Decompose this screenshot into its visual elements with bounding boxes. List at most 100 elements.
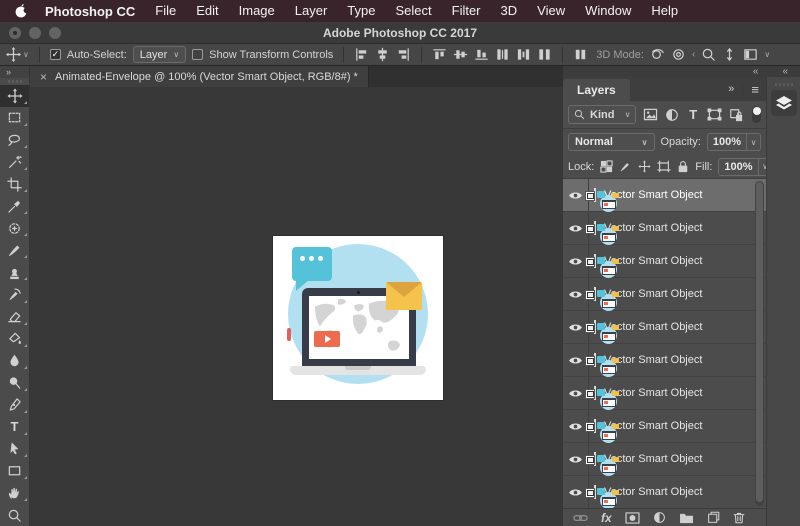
magic-wand-tool[interactable] xyxy=(0,151,29,173)
adjustment-layer-icon[interactable] xyxy=(653,511,666,524)
distribute-left-edges-icon[interactable] xyxy=(495,47,510,62)
show-transform-controls-checkbox[interactable] xyxy=(192,49,204,60)
blend-mode-dropdown[interactable]: Normal ∨ xyxy=(568,133,655,151)
layer-row[interactable]: Vector Smart Object xyxy=(563,476,766,508)
dock-drag-grip[interactable] xyxy=(774,83,793,86)
align-left-edges-icon[interactable] xyxy=(354,47,369,62)
distribute-right-edges-icon[interactable] xyxy=(537,47,552,62)
layers-tab[interactable]: Layers xyxy=(563,79,630,101)
menu-layer[interactable]: Layer xyxy=(285,0,338,22)
lock-all-icon[interactable] xyxy=(677,160,689,174)
menu-help[interactable]: Help xyxy=(641,0,688,22)
tool-preset-picker[interactable]: ∨ xyxy=(6,47,29,62)
adjustment-layer-filter-icon[interactable] xyxy=(664,107,679,122)
new-layer-icon[interactable] xyxy=(707,511,720,524)
clone-stamp-tool[interactable] xyxy=(0,261,29,283)
layer-row[interactable]: Vector Smart Object xyxy=(563,245,766,278)
layer-thumbnail[interactable] xyxy=(585,485,619,508)
group-icon[interactable] xyxy=(679,512,694,524)
lock-image-pixels-icon[interactable] xyxy=(619,160,632,174)
filtering-toggle[interactable] xyxy=(751,106,761,123)
shape-layer-filter-icon[interactable] xyxy=(707,107,722,122)
3d-slide-icon[interactable] xyxy=(722,47,737,62)
menu-type[interactable]: Type xyxy=(337,0,385,22)
layer-thumbnail[interactable] xyxy=(585,353,619,377)
distribute-spacing-icon[interactable] xyxy=(573,47,588,62)
minimize-window-button[interactable] xyxy=(29,27,41,39)
expand-tools-button[interactable]: » xyxy=(0,66,29,78)
menu-image[interactable]: Image xyxy=(229,0,285,22)
collapse-panels-icon[interactable]: « xyxy=(753,66,759,77)
menu-edit[interactable]: Edit xyxy=(186,0,228,22)
layer-thumbnail[interactable] xyxy=(585,254,619,278)
delete-layer-icon[interactable] xyxy=(733,511,745,524)
hand-tool[interactable] xyxy=(0,482,29,504)
opacity-chevron[interactable]: ∨ xyxy=(747,133,761,151)
tools-drag-grip[interactable] xyxy=(7,80,22,83)
layer-thumbnail[interactable] xyxy=(585,221,619,245)
panel-menu-icon[interactable]: ≡ xyxy=(751,82,759,97)
path-selection-tool[interactable] xyxy=(0,438,29,460)
zoom-tool[interactable] xyxy=(0,504,29,526)
menu-app-name[interactable]: Photoshop CC xyxy=(35,4,145,19)
3d-zoom-icon[interactable] xyxy=(701,47,716,62)
rectangle-tool[interactable] xyxy=(0,460,29,482)
move-tool[interactable] xyxy=(0,84,29,107)
blur-tool[interactable] xyxy=(0,350,29,372)
smart-object-filter-icon[interactable] xyxy=(728,107,743,122)
document-tab[interactable]: × Animated-Envelope @ 100% (Vector Smart… xyxy=(30,66,369,87)
apple-menu-icon[interactable] xyxy=(14,3,29,19)
layer-thumbnail[interactable] xyxy=(585,320,619,344)
3d-roll-icon[interactable] xyxy=(671,47,686,62)
collapse-dock-icon[interactable]: « xyxy=(782,66,788,77)
layer-thumbnail[interactable] xyxy=(585,188,619,212)
brush-tool[interactable] xyxy=(0,239,29,261)
filter-kind-dropdown[interactable]: Kind ∨ xyxy=(568,105,637,124)
align-right-edges-icon[interactable] xyxy=(396,47,411,62)
auto-select-checkbox[interactable]: ✓ xyxy=(49,49,61,60)
auto-select-target-dropdown[interactable]: Layer ∨ xyxy=(132,46,187,63)
layer-style-icon[interactable]: fx xyxy=(601,511,612,525)
distribute-horizontal-centers-icon[interactable] xyxy=(516,47,531,62)
menu-view[interactable]: View xyxy=(527,0,575,22)
crop-tool[interactable] xyxy=(0,173,29,195)
menu-file[interactable]: File xyxy=(145,0,186,22)
layer-row[interactable]: Vector Smart Object xyxy=(563,278,766,311)
fill-value[interactable]: 100% xyxy=(718,157,759,176)
eyedropper-tool[interactable] xyxy=(0,195,29,217)
align-bottom-edges-icon[interactable] xyxy=(474,47,489,62)
layer-row[interactable]: Vector Smart Object xyxy=(563,212,766,245)
layer-thumbnail[interactable] xyxy=(585,419,619,443)
layer-row[interactable]: Vector Smart Object xyxy=(563,377,766,410)
layer-row[interactable]: Vector Smart Object xyxy=(563,179,766,212)
align-horizontal-centers-icon[interactable] xyxy=(375,47,390,62)
menu-3d[interactable]: 3D xyxy=(491,0,528,22)
3d-orbit-icon[interactable] xyxy=(650,47,665,62)
healing-brush-tool[interactable] xyxy=(0,217,29,239)
layer-row[interactable]: Vector Smart Object xyxy=(563,344,766,377)
layer-thumbnail[interactable] xyxy=(585,386,619,410)
dodge-tool[interactable] xyxy=(0,372,29,394)
close-window-button[interactable] xyxy=(9,27,21,39)
history-brush-tool[interactable] xyxy=(0,283,29,305)
menu-window[interactable]: Window xyxy=(575,0,641,22)
menu-filter[interactable]: Filter xyxy=(442,0,491,22)
lock-transparent-pixels-icon[interactable] xyxy=(600,160,613,174)
eraser-tool[interactable] xyxy=(0,306,29,328)
layer-thumbnail[interactable] xyxy=(585,452,619,476)
type-tool[interactable]: T xyxy=(0,416,29,438)
layers-scrollbar[interactable] xyxy=(755,181,764,506)
layer-thumbnail[interactable] xyxy=(585,287,619,311)
layer-row[interactable]: Vector Smart Object xyxy=(563,443,766,476)
workspace-switcher-icon[interactable] xyxy=(743,47,758,62)
menu-select[interactable]: Select xyxy=(385,0,441,22)
layers-panel-dock-button[interactable] xyxy=(770,90,797,116)
type-layer-filter-icon[interactable]: T xyxy=(685,107,700,122)
zoom-window-button[interactable] xyxy=(49,27,61,39)
layers-scrollbar-thumb[interactable] xyxy=(756,182,763,502)
align-top-edges-icon[interactable] xyxy=(432,47,447,62)
lock-position-icon[interactable] xyxy=(638,160,651,174)
opacity-value[interactable]: 100% xyxy=(706,133,747,151)
layer-row[interactable]: Vector Smart Object xyxy=(563,311,766,344)
collapse-panel-group-icon[interactable]: » xyxy=(728,83,734,95)
